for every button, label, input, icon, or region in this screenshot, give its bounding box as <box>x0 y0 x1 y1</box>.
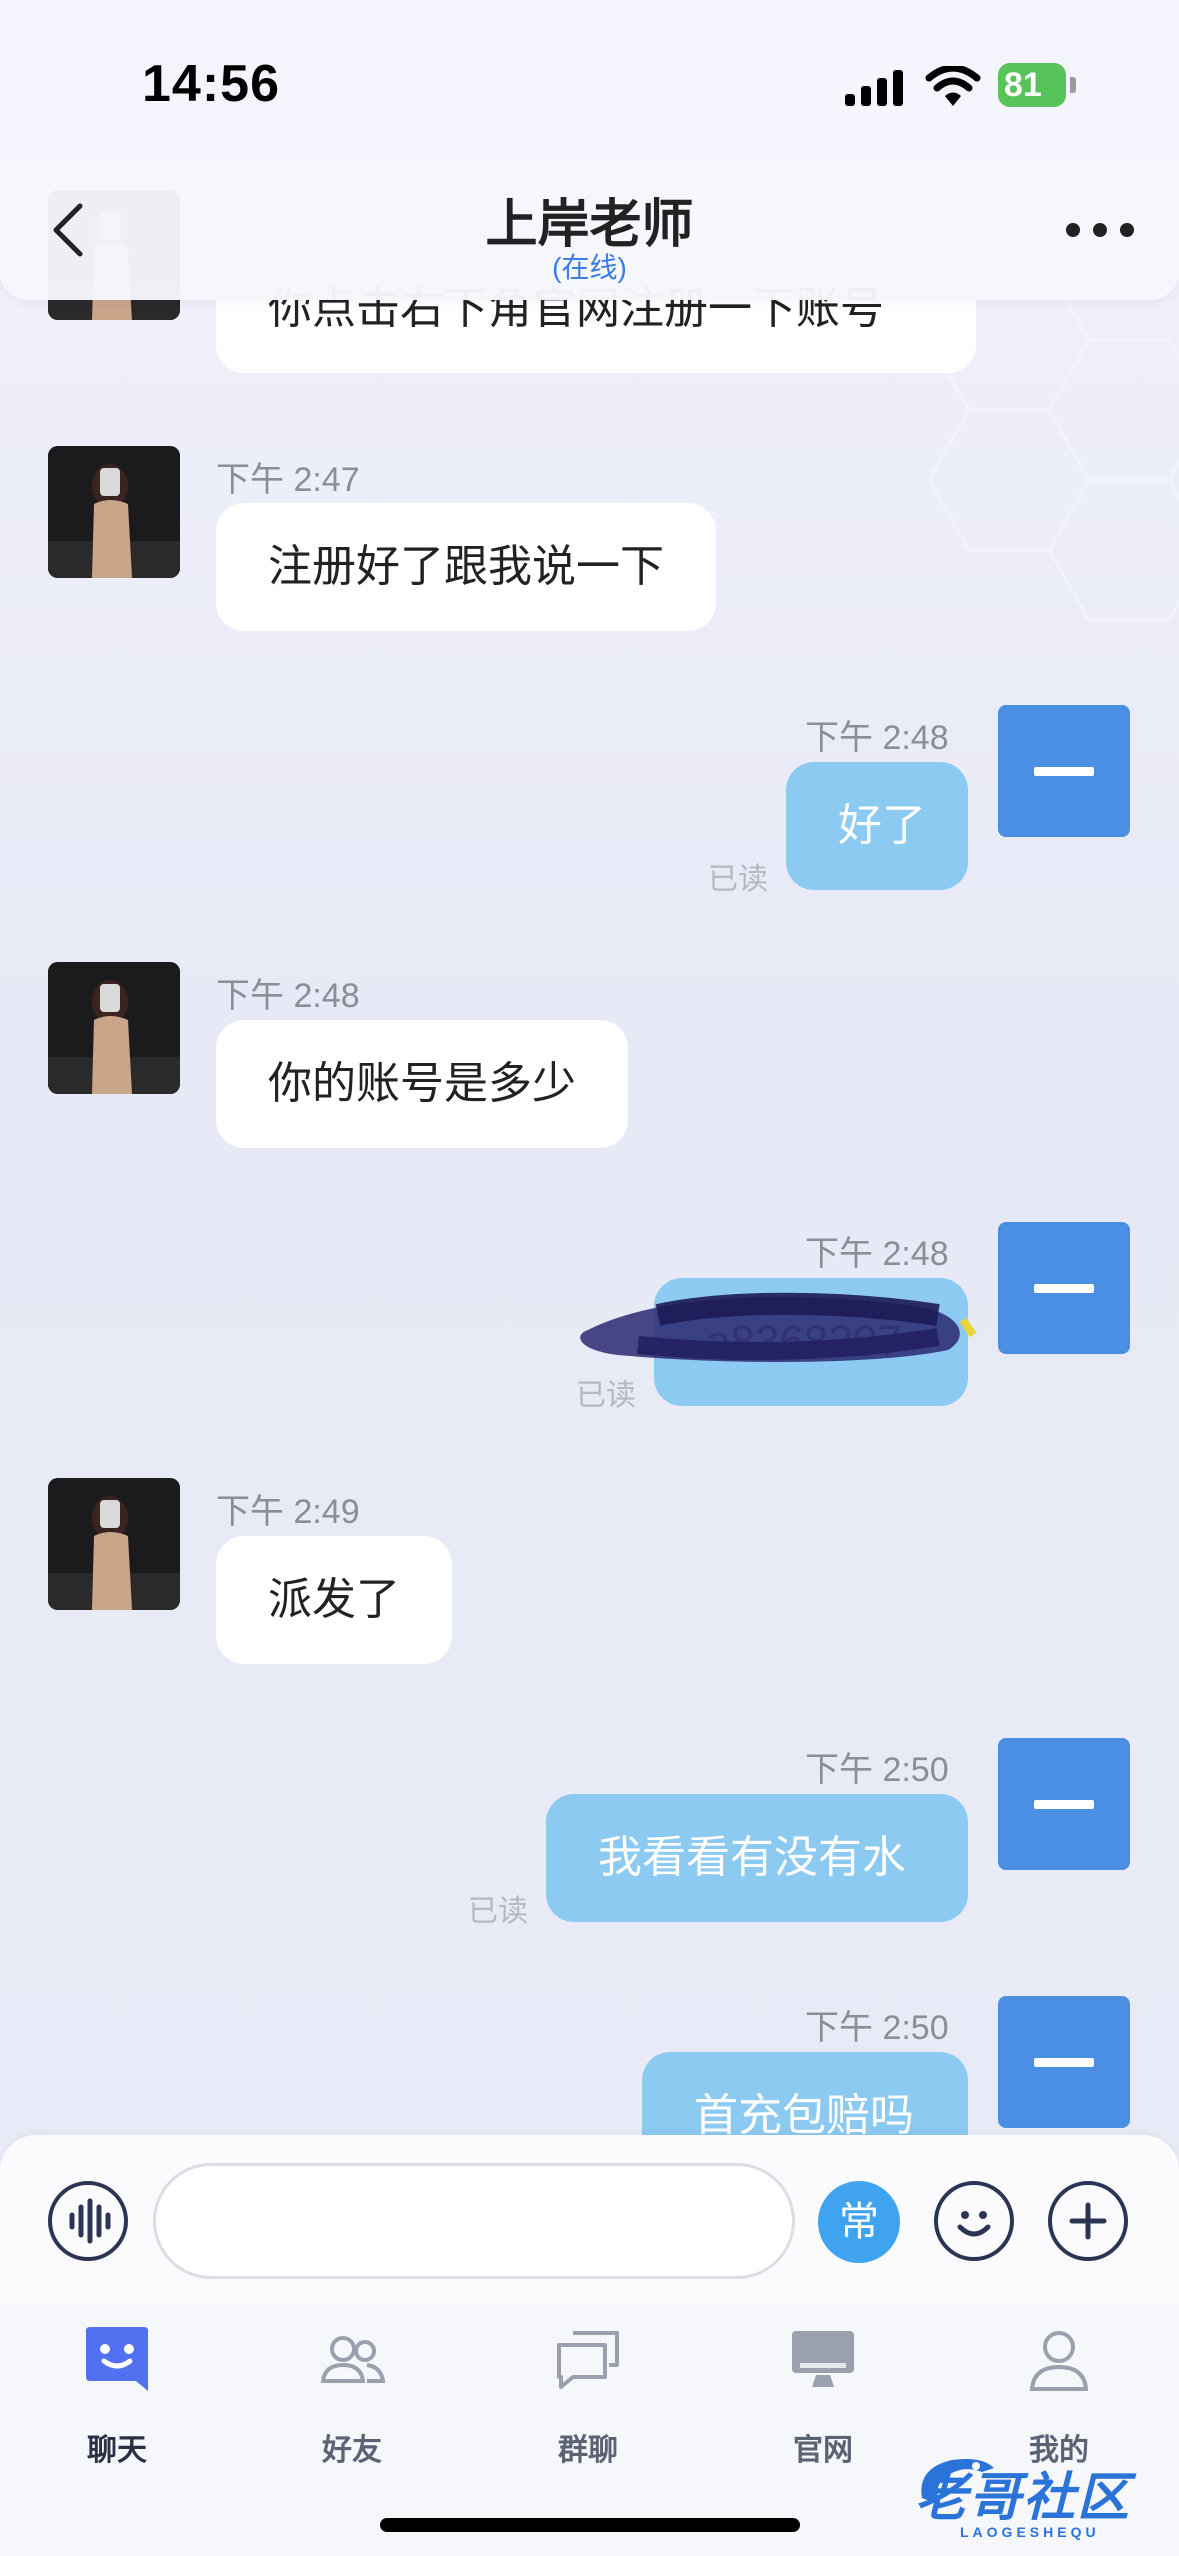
status-time: 14:56 <box>142 55 280 113</box>
tab-website[interactable]: 官网 <box>748 2325 898 2467</box>
tab-profile[interactable]: 我的 <box>984 2325 1134 2467</box>
watermark-text: 老哥社区 <box>915 2469 1132 2527</box>
tab-label: 聊天 <box>87 2434 147 2467</box>
tab-friends[interactable]: 好友 <box>277 2325 427 2467</box>
read-receipt: 已读 <box>708 863 768 896</box>
tab-chat[interactable]: 聊天 <box>42 2325 192 2467</box>
common-phrases-button[interactable]: 常 <box>818 2181 900 2263</box>
add-attachment-button[interactable] <box>1048 2181 1128 2261</box>
tab-label: 官网 <box>793 2434 853 2467</box>
message-list[interactable]: 你点击右下角官网注册一下账号 下午 2:47 注册好了跟我说一下 下午 2:48… <box>0 0 1179 2135</box>
battery-tip <box>1070 77 1076 93</box>
status-bar: 14:56 81 <box>0 0 1179 160</box>
message-timestamp: 下午 2:47 <box>216 461 360 499</box>
friends-icon <box>320 2336 386 2383</box>
message-timestamp: 下午 2:48 <box>805 1235 949 1273</box>
group-chat-icon <box>557 2331 619 2389</box>
message-timestamp: 下午 2:49 <box>216 1493 360 1531</box>
profile-icon <box>1029 2331 1089 2391</box>
home-indicator[interactable] <box>380 2518 800 2532</box>
voice-button[interactable] <box>48 2181 128 2261</box>
plus-icon <box>1069 2202 1107 2240</box>
message-bubble[interactable]: 首充包赔吗 <box>642 2052 968 2135</box>
read-receipt: 已读 <box>468 1895 528 1928</box>
contact-avatar[interactable] <box>48 962 180 1094</box>
message-timestamp: 下午 2:50 <box>805 1751 949 1789</box>
message-bubble[interactable]: 注册好了跟我说一下 <box>216 503 716 631</box>
emoji-button[interactable] <box>934 2181 1014 2261</box>
message-bubble[interactable]: 你的账号是多少 <box>216 1020 628 1148</box>
tab-label: 群聊 <box>558 2434 618 2467</box>
chat-header: 上岸老师 (在线) <box>0 160 1179 300</box>
read-receipt: 已读 <box>576 1379 636 1412</box>
self-avatar[interactable] <box>998 1738 1130 1870</box>
battery-level: 81 <box>998 63 1066 107</box>
contact-avatar[interactable] <box>48 446 180 578</box>
wifi-icon <box>925 66 981 106</box>
self-avatar[interactable] <box>998 1222 1130 1354</box>
message-input[interactable] <box>153 2163 795 2279</box>
message-timestamp: 下午 2:48 <box>216 977 360 1015</box>
message-bubble[interactable]: 我看看有没有水 <box>546 1794 968 1922</box>
message-input-bar: 常 <box>0 2135 1179 2305</box>
tab-group-chat[interactable]: 群聊 <box>513 2325 663 2467</box>
voice-wave-icon <box>69 2198 111 2244</box>
self-avatar[interactable] <box>998 705 1130 837</box>
message-bubble[interactable]: 派发了 <box>216 1536 452 1664</box>
online-status: (在线) <box>552 252 627 283</box>
smiley-icon <box>957 2211 991 2237</box>
message-bubble[interactable]: 好了 <box>786 762 968 890</box>
redaction-scribble <box>580 1292 977 1362</box>
more-options-icon[interactable] <box>1065 222 1135 238</box>
chat-icon <box>86 2327 148 2391</box>
message-timestamp: 下午 2:50 <box>805 2009 949 2047</box>
contact-avatar[interactable] <box>48 1478 180 1610</box>
message-timestamp: 下午 2:48 <box>805 719 949 757</box>
website-icon <box>792 2331 854 2387</box>
tab-label: 好友 <box>322 2434 382 2467</box>
watermark-subtext: LAOGESHEQU <box>960 2524 1100 2540</box>
self-avatar[interactable] <box>998 1996 1130 2128</box>
cellular-signal-icon <box>845 70 903 106</box>
